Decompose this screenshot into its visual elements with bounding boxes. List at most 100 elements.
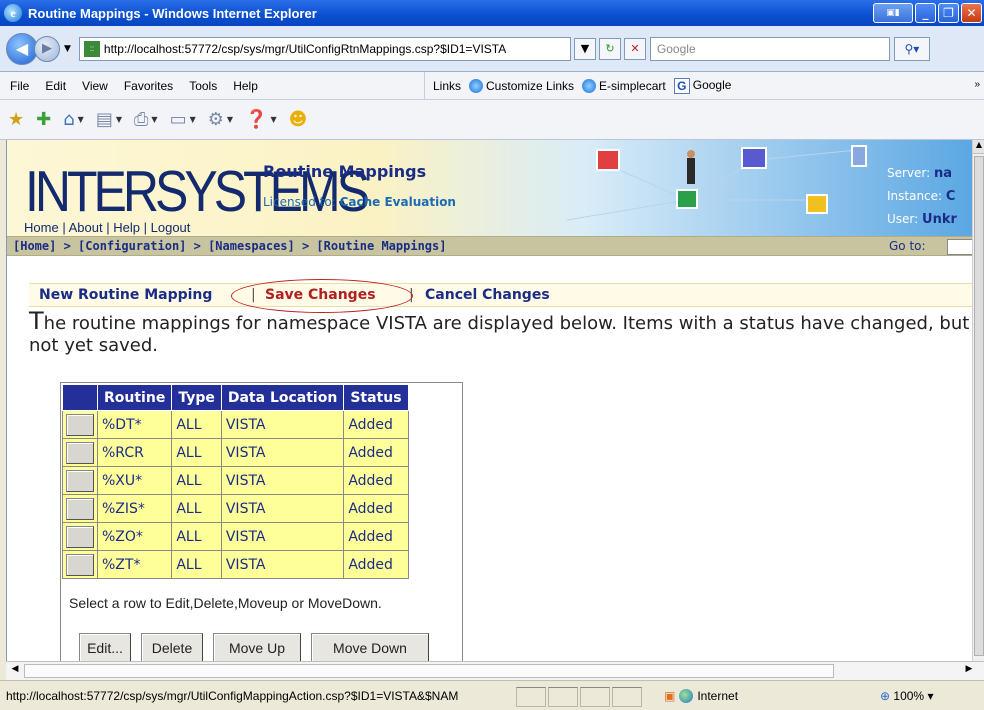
- status-pane: [580, 687, 610, 707]
- address-input[interactable]: :: http://localhost:57772/csp/sys/mgr/Ut…: [78, 36, 571, 61]
- link-home[interactable]: Home: [24, 220, 59, 235]
- chevron-down-icon[interactable]: ▼: [227, 115, 233, 124]
- close-button[interactable]: ✕: [961, 3, 982, 23]
- smiley-icon[interactable]: ☻: [289, 109, 308, 130]
- links-label[interactable]: Links: [433, 79, 461, 93]
- vertical-scroll-thumb[interactable]: [974, 156, 984, 656]
- scroll-right-icon[interactable]: ▶: [962, 664, 976, 679]
- delete-button[interactable]: Delete: [141, 633, 203, 661]
- breadcrumb-bar: [Home] > [Configuration] > [Namespaces] …: [7, 236, 972, 256]
- page-favicon-icon: ::: [83, 40, 100, 57]
- search-button[interactable]: ⚲ ▾: [893, 36, 930, 61]
- minimize-button[interactable]: _: [915, 3, 936, 23]
- address-dropdown-button[interactable]: ▼: [573, 37, 596, 60]
- chevron-down-icon[interactable]: ▼: [116, 115, 122, 124]
- ie-logo-icon: e: [4, 4, 22, 22]
- edit-button[interactable]: Edit...: [79, 633, 131, 661]
- vertical-scrollbar[interactable]: ▲: [972, 140, 984, 661]
- protected-mode-icon: ▣: [664, 689, 676, 703]
- history-dropdown-icon[interactable]: ▼: [64, 44, 71, 54]
- row-select-button[interactable]: [66, 413, 94, 436]
- chevron-down-icon[interactable]: ▼: [270, 115, 276, 124]
- scroll-up-icon[interactable]: ▲: [973, 140, 984, 154]
- mapping-table: Routine Type Data Location Status %DT* A…: [62, 384, 409, 579]
- refresh-button[interactable]: ↻: [598, 37, 621, 60]
- goto-label: Go to:: [889, 239, 926, 253]
- goto-input[interactable]: [947, 239, 972, 255]
- security-zone[interactable]: ▣ Internet: [664, 689, 738, 703]
- zoom-control[interactable]: ⊕ 100% ▾: [880, 689, 933, 703]
- menu-favorites[interactable]: Favorites: [124, 79, 173, 93]
- header-banner: INTERSYSTEMS Home | About | Help | Logou…: [7, 140, 972, 236]
- row-select-button[interactable]: [66, 497, 94, 520]
- help-icon[interactable]: ❓: [245, 109, 267, 130]
- table-row[interactable]: %ZT* ALL VISTA Added: [62, 550, 409, 579]
- home-icon[interactable]: ⌂: [63, 109, 74, 130]
- menu-file[interactable]: File: [10, 79, 29, 93]
- table-row[interactable]: %XU* ALL VISTA Added: [62, 466, 409, 495]
- chevron-down-icon[interactable]: ▼: [151, 115, 157, 124]
- link-logout[interactable]: Logout: [151, 220, 191, 235]
- menu-tools[interactable]: Tools: [189, 79, 217, 93]
- new-routine-mapping-link[interactable]: New Routine Mapping: [39, 287, 212, 303]
- action-bar: New Routine Mapping | Save Changes | Can…: [29, 279, 972, 313]
- table-hint: Select a row to Edit,Delete,Moveup or Mo…: [69, 595, 382, 611]
- breadcrumb[interactable]: [Home] > [Configuration] > [Namespaces] …: [13, 239, 446, 253]
- header-type[interactable]: Type: [171, 384, 222, 411]
- row-select-button[interactable]: [66, 553, 94, 576]
- link-google[interactable]: G Google: [673, 78, 731, 94]
- search-icon: ⚲: [904, 41, 914, 56]
- row-select-button[interactable]: [66, 441, 94, 464]
- search-input[interactable]: Google: [649, 36, 890, 61]
- status-pane: [516, 687, 546, 707]
- table-row[interactable]: %RCR ALL VISTA Added: [62, 438, 409, 467]
- forward-button[interactable]: ▶: [34, 35, 60, 62]
- scroll-left-icon[interactable]: ◀: [8, 664, 22, 679]
- move-down-button[interactable]: Move Down: [311, 633, 429, 661]
- links-bar: Links Customize Links E-simplecart G Goog…: [424, 72, 731, 100]
- status-url: http://localhost:57772/csp/sys/mgr/UtilC…: [6, 689, 459, 703]
- license-info: Licensed to: Cache Evaluation: [263, 195, 456, 209]
- link-customize[interactable]: Customize Links: [469, 79, 574, 94]
- status-bar: http://localhost:57772/csp/sys/mgr/UtilC…: [0, 680, 984, 710]
- link-esimplecart[interactable]: E-simplecart: [582, 79, 666, 94]
- chevron-down-icon[interactable]: ▼: [190, 115, 196, 124]
- menu-edit[interactable]: Edit: [45, 79, 66, 93]
- row-select-button[interactable]: [66, 525, 94, 548]
- horizontal-scroll-thumb[interactable]: [24, 664, 834, 678]
- zoom-icon: ⊕: [880, 689, 891, 703]
- maximize-button[interactable]: ❐: [938, 3, 959, 23]
- header-routine[interactable]: Routine: [96, 384, 173, 411]
- language-bar-icon[interactable]: ▣▮: [873, 3, 913, 23]
- menu-view[interactable]: View: [82, 79, 108, 93]
- server-info: Server: na Instance: C User: Unkr: [887, 166, 957, 227]
- table-row[interactable]: %DT* ALL VISTA Added: [62, 410, 409, 439]
- link-help[interactable]: Help: [113, 220, 140, 235]
- menu-help[interactable]: Help: [233, 79, 258, 93]
- chevron-down-icon[interactable]: ▼: [78, 115, 84, 124]
- feeds-icon[interactable]: ▤: [96, 109, 113, 130]
- page-icon[interactable]: ▭: [170, 109, 187, 130]
- google-icon: G: [673, 78, 690, 94]
- horizontal-scrollbar[interactable]: ◀ ▶: [6, 661, 984, 680]
- window-title: Routine Mappings - Windows Internet Expl…: [28, 5, 317, 21]
- stop-button[interactable]: ✕: [623, 37, 646, 60]
- header-status[interactable]: Status: [343, 384, 409, 411]
- ie-page-icon: [469, 79, 484, 94]
- add-favorites-icon[interactable]: ✚: [36, 109, 51, 130]
- header-data-location[interactable]: Data Location: [220, 384, 345, 411]
- highlight-annotation: [231, 279, 413, 313]
- tools-gear-icon[interactable]: ⚙: [208, 109, 224, 130]
- favorites-star-icon[interactable]: ★: [8, 109, 24, 130]
- page-description: The routine mappings for namespace VISTA…: [29, 307, 970, 356]
- row-select-button[interactable]: [66, 469, 94, 492]
- status-pane: [612, 687, 642, 707]
- table-row[interactable]: %ZO* ALL VISTA Added: [62, 522, 409, 551]
- page-viewport: INTERSYSTEMS Home | About | Help | Logou…: [6, 140, 972, 661]
- table-row[interactable]: %ZIS* ALL VISTA Added: [62, 494, 409, 523]
- link-about[interactable]: About: [69, 220, 103, 235]
- chevron-right-icon[interactable]: »: [974, 79, 980, 90]
- print-icon[interactable]: ⎙: [134, 109, 148, 130]
- cancel-changes-link[interactable]: Cancel Changes: [425, 287, 550, 303]
- move-up-button[interactable]: Move Up: [213, 633, 301, 661]
